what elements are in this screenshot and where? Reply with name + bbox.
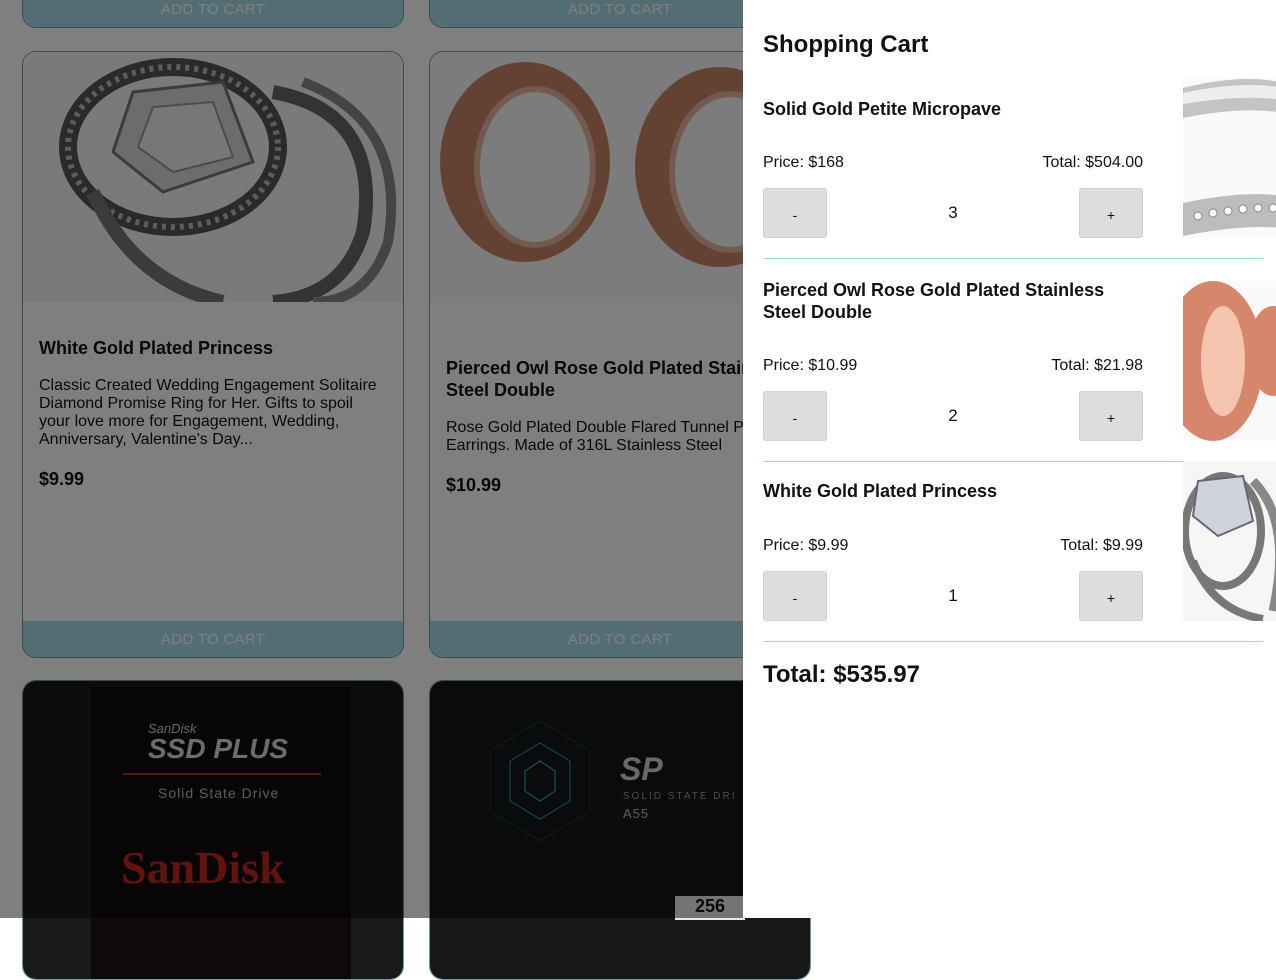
cart-item-name: White Gold Plated Princess — [763, 481, 998, 501]
cart-item-image — [1183, 281, 1276, 441]
increase-quantity-button[interactable]: + — [1079, 188, 1143, 238]
cart-item-total: Total: $504.00 — [1042, 154, 1143, 171]
decrease-quantity-button[interactable]: - — [763, 391, 827, 441]
cart-item-quantity: 1 — [948, 586, 958, 605]
cart-item: Pierced Owl Rose Gold Plated Stainless S… — [763, 280, 1276, 462]
cart-item-image — [1183, 78, 1276, 238]
cart-item-total: Total: $21.98 — [1051, 357, 1143, 374]
cart-item-price: Price: $168 — [763, 154, 844, 171]
decrease-quantity-button[interactable]: - — [763, 188, 827, 238]
cart-item-price: Price: $9.99 — [763, 537, 849, 554]
cart-item-name: Solid Gold Petite Micropave — [763, 99, 1002, 119]
cart-item-price: Price: $10.99 — [763, 357, 858, 374]
cart-item-name: Pierced Owl Rose Gold Plated Stainless S… — [763, 280, 1105, 322]
earring-thumb-image — [1183, 281, 1276, 441]
band-ring-image — [1183, 78, 1276, 238]
cart-item-quantity: 3 — [948, 203, 958, 222]
cart-title: Shopping Cart — [763, 31, 929, 58]
cart-item-image — [1183, 461, 1276, 621]
cart-item-quantity: 2 — [948, 406, 958, 425]
decrease-quantity-button[interactable]: - — [763, 571, 827, 621]
princess-ring-thumb-image — [1183, 461, 1276, 621]
cart-panel: Shopping Cart Solid Gold Petite Micropav… — [743, 0, 1276, 918]
increase-quantity-button[interactable]: + — [1079, 391, 1143, 441]
cart-grand-total: Total: $535.97 — [763, 661, 920, 688]
cart-item: Solid Gold Petite Micropave Price: $168 … — [763, 78, 1276, 259]
cart-divider — [763, 641, 1263, 642]
increase-quantity-button[interactable]: + — [1079, 571, 1143, 621]
modal-backdrop[interactable] — [0, 0, 743, 918]
cart-item-total: Total: $9.99 — [1060, 537, 1143, 554]
cart-item: White Gold Plated Princess Price: $9.99 … — [763, 461, 1276, 642]
cart-divider — [763, 258, 1263, 259]
